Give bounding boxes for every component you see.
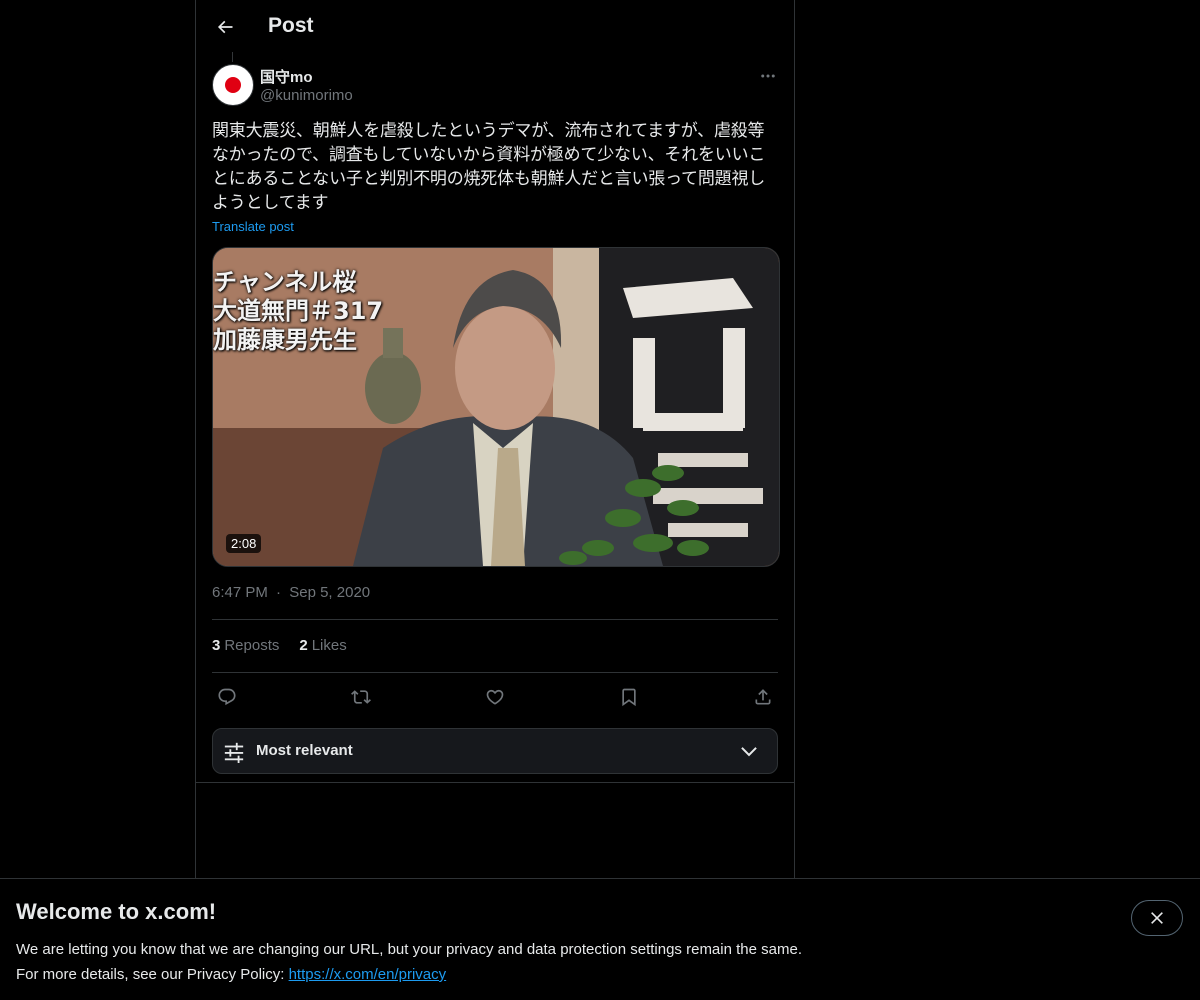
likes-label: Likes <box>311 637 347 654</box>
likes-count: 2 <box>299 637 308 654</box>
avatar[interactable] <box>212 64 254 106</box>
caption-line: チャンネル桜 <box>213 268 357 296</box>
japan-flag-icon <box>225 77 241 93</box>
header: Post <box>196 0 794 53</box>
chevron-down-icon <box>741 747 757 757</box>
reply-button[interactable] <box>212 682 242 712</box>
author-handle[interactable]: @kunimorimo <box>260 87 353 104</box>
banner-line: For more details, see our Privacy Policy… <box>16 962 802 987</box>
primary-column: Post 国守mo @kunimorimo 関東大震災、朝鮮人を虐殺したというデ… <box>195 0 795 1000</box>
repost-icon <box>351 690 371 704</box>
post-stats: 3 Reposts 2 Likes <box>212 637 347 654</box>
caption-line: 加藤康男先生 <box>213 326 357 354</box>
page: Post 国守mo @kunimorimo 関東大震災、朝鮮人を虐殺したというデ… <box>0 0 1200 1000</box>
video-caption: チャンネル桜 大道無門＃317 加藤康男先生 <box>213 268 383 355</box>
post-timestamp[interactable]: 6:47 PM · Sep 5, 2020 <box>212 584 370 601</box>
repost-button[interactable] <box>346 682 376 712</box>
divider <box>212 619 778 620</box>
bookmark-icon <box>622 688 636 707</box>
post-text: 関東大震災、朝鮮人を虐殺したというデマが、流布されてますが、虐殺等なかったので、… <box>212 121 766 213</box>
privacy-policy-link[interactable]: https://x.com/en/privacy <box>289 966 447 983</box>
reposts-stat[interactable]: 3 Reposts <box>212 637 279 654</box>
reply-sort-dropdown[interactable]: Most relevant <box>212 728 778 774</box>
more-options-button[interactable] <box>756 64 780 88</box>
thread-line <box>232 52 233 62</box>
action-bar <box>212 682 778 712</box>
banner-text: We are letting you know that we are chan… <box>16 937 802 987</box>
close-icon <box>1151 912 1163 924</box>
close-banner-button[interactable] <box>1131 900 1183 936</box>
video-player[interactable]: チャンネル桜 大道無門＃317 加藤康男先生 2:08 <box>212 247 780 567</box>
likes-stat[interactable]: 2 Likes <box>299 637 346 654</box>
like-button[interactable] <box>480 682 510 712</box>
page-title: Post <box>268 14 314 37</box>
back-button[interactable] <box>208 10 242 44</box>
video-duration-badge: 2:08 <box>226 534 262 553</box>
post-time: 6:47 PM <box>212 584 268 601</box>
divider <box>212 672 778 673</box>
post-date: Sep 5, 2020 <box>289 584 371 601</box>
translate-post-link[interactable]: Translate post <box>212 219 294 234</box>
share-button[interactable] <box>748 682 778 712</box>
sort-label: Most relevant <box>256 742 353 759</box>
share-icon <box>755 689 771 705</box>
more-icon <box>761 74 775 78</box>
welcome-banner: Welcome to x.com! We are letting you kno… <box>0 878 1200 1000</box>
reposts-label: Reposts <box>224 637 280 654</box>
banner-line-prefix: For more details, see our Privacy Policy… <box>16 966 289 983</box>
reposts-count: 3 <box>212 637 221 654</box>
arrow-left-icon <box>217 20 233 34</box>
caption-line: 大道無門＃317 <box>213 297 384 325</box>
banner-title: Welcome to x.com! <box>16 899 217 924</box>
reply-icon <box>218 688 236 706</box>
divider <box>196 782 794 783</box>
author-display-name[interactable]: 国守mo <box>260 66 313 87</box>
timestamp-separator: · <box>276 584 282 601</box>
bookmark-button[interactable] <box>614 682 644 712</box>
sliders-icon <box>224 742 244 763</box>
banner-line: We are letting you know that we are chan… <box>16 941 802 958</box>
like-icon <box>486 689 504 705</box>
